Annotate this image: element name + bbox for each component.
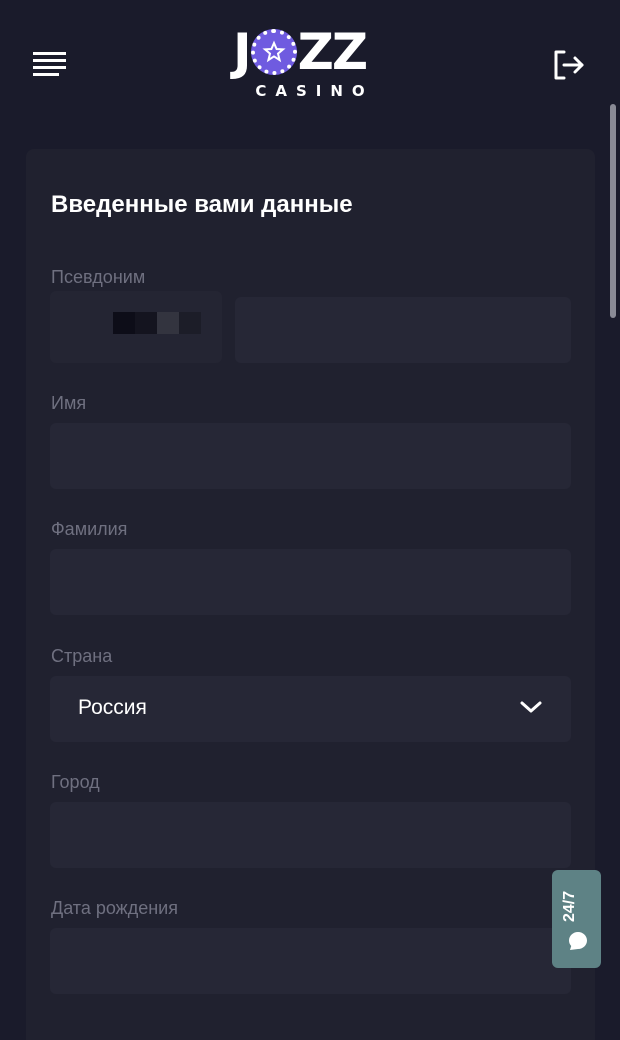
birth-date-input[interactable] xyxy=(50,928,571,994)
logout-button[interactable] xyxy=(550,46,588,84)
nickname-input[interactable] xyxy=(235,297,571,363)
country-select[interactable]: Россия xyxy=(50,676,571,742)
personal-data-card: Введенные вами данные Псевдоним Имя Фами… xyxy=(26,149,595,1040)
last-name-input[interactable] xyxy=(50,549,571,615)
menu-button[interactable] xyxy=(33,52,69,78)
birth-date-label: Дата рождения xyxy=(51,898,178,918)
hamburger-menu-icon xyxy=(33,52,66,76)
chevron-down-icon xyxy=(520,701,542,713)
nickname-prefix-field xyxy=(50,291,222,363)
page-scrollbar[interactable] xyxy=(610,104,616,318)
card-title: Введенные вами данные xyxy=(51,191,353,218)
city-input[interactable] xyxy=(50,802,571,868)
support-label: 24/7 xyxy=(561,890,578,922)
first-name-input[interactable] xyxy=(50,423,571,489)
last-name-label: Фамилия xyxy=(51,519,128,539)
nickname-label: Псевдоним xyxy=(51,267,146,287)
chat-bubble-icon xyxy=(569,932,587,950)
country-label: Страна xyxy=(51,646,113,666)
support-chat-button[interactable]: 24/7 xyxy=(552,870,601,968)
logout-icon xyxy=(554,50,584,80)
city-label: Город xyxy=(51,772,100,792)
header: J ZZ CASINO xyxy=(0,0,620,130)
country-selected-value: Россия xyxy=(78,696,147,719)
chip-icon xyxy=(250,29,297,75)
first-name-label: Имя xyxy=(51,393,87,413)
page: J ZZ CASINO Введенные вами данные Псевдон… xyxy=(0,0,620,1040)
logo-subtitle: CASINO xyxy=(255,82,374,100)
logo-wordmark: J ZZ xyxy=(233,23,368,81)
logo[interactable]: J ZZ CASINO xyxy=(233,26,387,100)
redacted-value xyxy=(113,312,201,334)
